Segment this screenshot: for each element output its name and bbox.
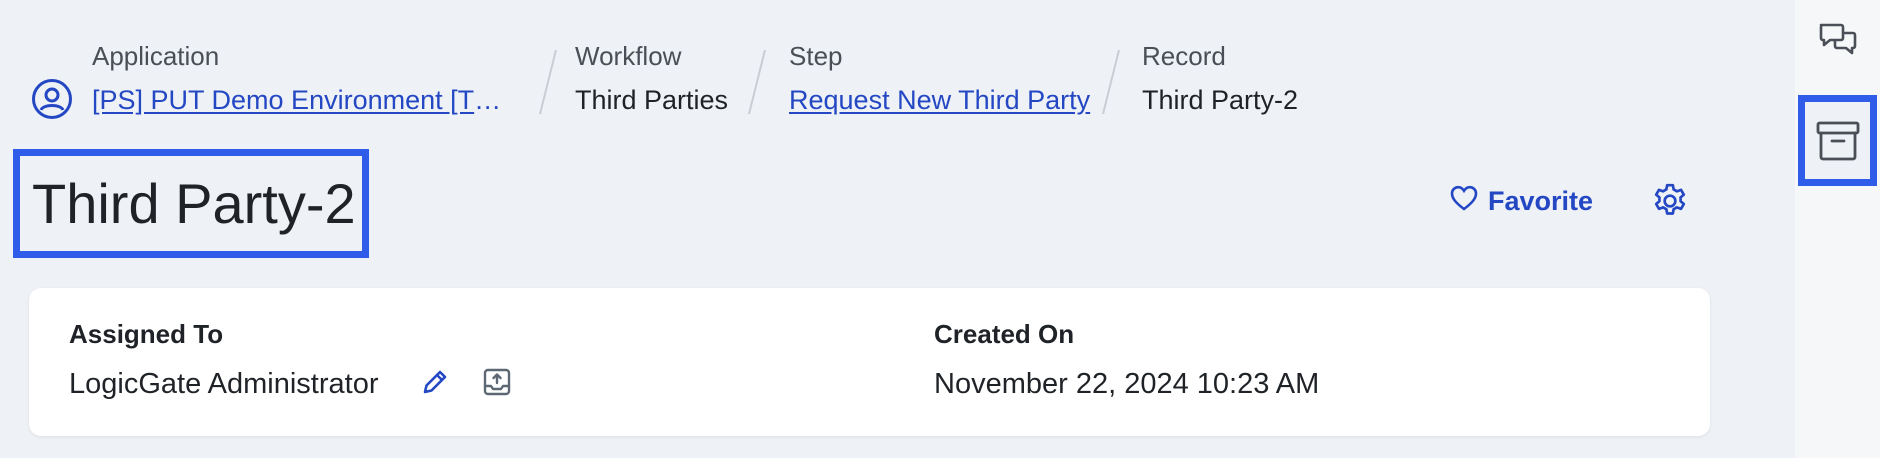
right-side-rail	[1795, 0, 1880, 458]
breadcrumb-application-label: Application	[92, 41, 220, 71]
archive-button[interactable]	[1798, 95, 1877, 186]
breadcrumb-workflow-label: Workflow	[575, 41, 682, 71]
breadcrumb-record-value: Third Party-2	[1142, 85, 1299, 115]
archive-box-icon	[1815, 119, 1861, 163]
created-on-label: Created On	[934, 319, 1075, 349]
created-on-value: November 22, 2024 10:23 AM	[934, 368, 1320, 400]
assigned-to-value: LogicGate Administrator	[69, 368, 379, 400]
upload-tray-icon[interactable]	[481, 366, 513, 398]
gear-icon[interactable]	[1650, 181, 1690, 221]
assigned-to-label: Assigned To	[69, 319, 224, 349]
breadcrumb-separator	[748, 50, 766, 114]
user-circle-icon	[31, 78, 73, 120]
breadcrumb-separator	[1102, 50, 1120, 114]
breadcrumb-workflow-value: Third Parties	[575, 85, 729, 115]
breadcrumb-record: Record Third Party-2	[1142, 36, 1298, 120]
created-on-field: Created On November 22, 2024 10:23 AM	[934, 318, 1319, 404]
chat-bubbles-icon	[1817, 20, 1859, 62]
page-title-container: Third Party-2	[13, 149, 369, 258]
breadcrumb-application: Application [PS] PUT Demo Environment [T…	[92, 36, 504, 120]
breadcrumb-application-link[interactable]: [PS] PUT Demo Environment [TP…	[92, 80, 504, 120]
comments-button[interactable]	[1795, 0, 1880, 82]
breadcrumb-workflow: Workflow Third Parties	[575, 36, 728, 120]
record-page: Application [PS] PUT Demo Environment [T…	[0, 0, 1795, 458]
breadcrumb-step-label: Step	[789, 41, 843, 71]
breadcrumb-record-label: Record	[1142, 41, 1226, 71]
breadcrumb-step: Step Request New Third Party	[789, 36, 1090, 120]
favorite-button[interactable]: Favorite	[1450, 180, 1593, 222]
heart-icon	[1450, 185, 1478, 218]
page-title: Third Party-2	[32, 171, 356, 235]
assigned-to-field: Assigned To LogicGate Administrator	[69, 318, 378, 404]
breadcrumb-step-link[interactable]: Request New Third Party	[789, 80, 1090, 120]
favorite-label: Favorite	[1488, 185, 1594, 216]
pencil-icon[interactable]	[419, 366, 451, 398]
breadcrumb-separator	[539, 50, 557, 114]
breadcrumb: Application [PS] PUT Demo Environment [T…	[0, 36, 1600, 126]
record-details-card: Assigned To LogicGate Administrator Crea…	[29, 288, 1710, 436]
